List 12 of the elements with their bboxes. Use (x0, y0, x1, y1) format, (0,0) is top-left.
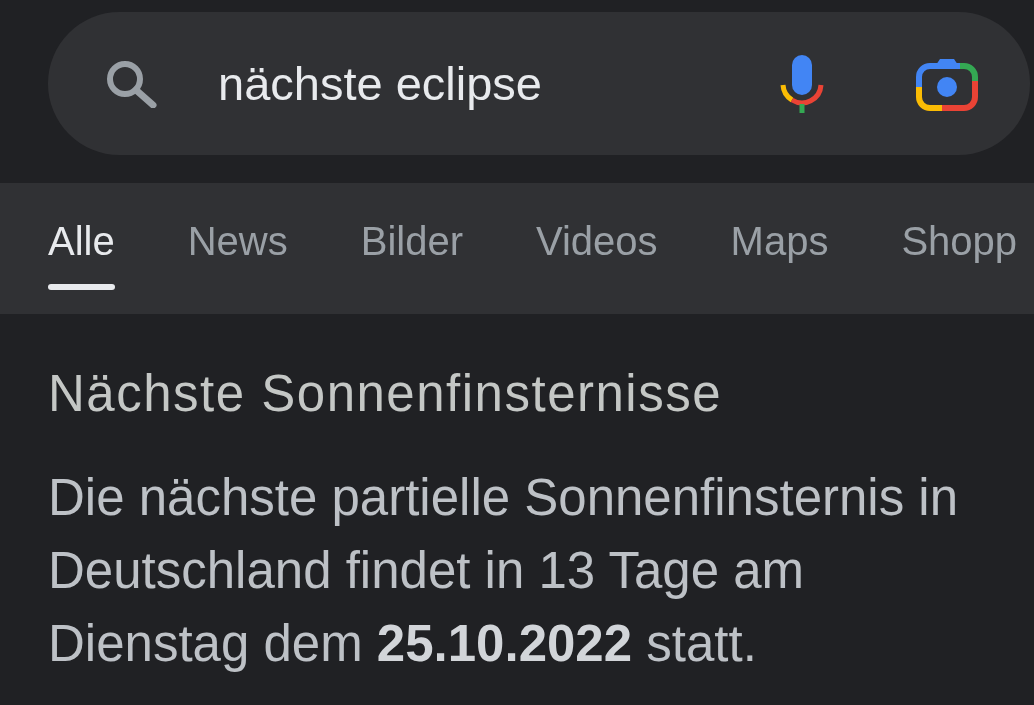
result-text: Die nächste partielle Sonnenfinsternis in Deutschland findet in 13 Tage am Dienstag dem 25.10.2022 statt. (48, 468, 960, 674)
tab[interactable]: News (187, 218, 288, 290)
result-title: Nächste Sonnenfinsternisse (48, 364, 724, 424)
tab[interactable]: Bilder (360, 218, 463, 290)
microphone-icon[interactable] (780, 54, 824, 113)
tab[interactable]: Maps (730, 218, 829, 290)
tab[interactable]: Videos (536, 218, 658, 290)
tab[interactable]: Shopp (901, 218, 1018, 290)
search-input[interactable]: nächste eclipse (218, 54, 760, 113)
camera-icon[interactable] (916, 56, 978, 111)
tab[interactable]: Alle (48, 218, 115, 290)
search-icon (105, 59, 157, 108)
